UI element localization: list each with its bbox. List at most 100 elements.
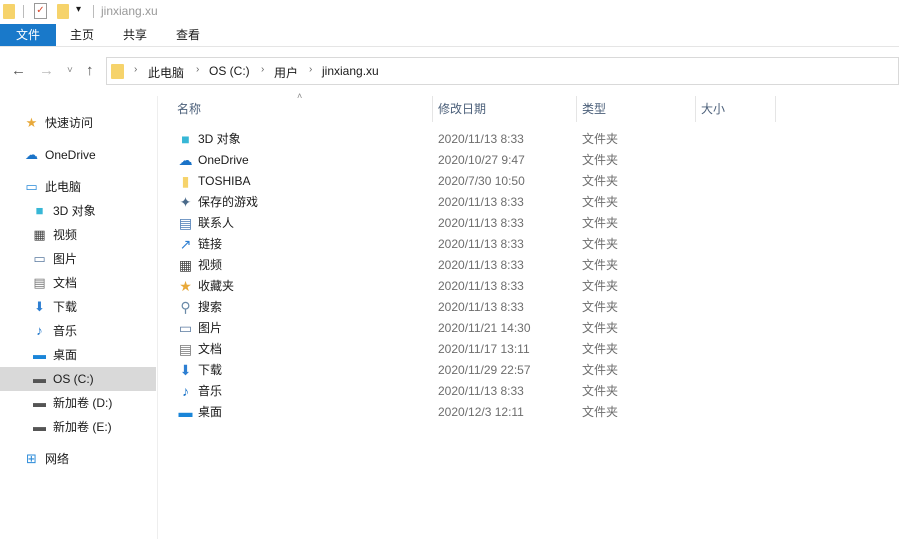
file-name: TOSHIBA [198,174,251,188]
file-date: 2020/11/13 8:33 [438,300,524,314]
music-icon: ♪ [182,383,189,399]
back-icon[interactable]: ← [11,62,26,79]
column-header-type[interactable]: 类型 [577,96,695,122]
file-name: 文档 [198,342,223,356]
sidebar-item[interactable]: ☁ OneDrive [0,143,156,167]
cube-icon: ■ [35,203,44,218]
chevron-right-icon[interactable]: › [309,64,312,75]
star-icon: ★ [179,278,192,294]
download-icon: ⬇ [34,299,45,314]
sidebar-item-label: 下载 [53,300,78,314]
properties-icon[interactable]: ✓ [34,3,47,19]
divider [23,5,24,18]
desktop-icon: ▬ [178,404,193,420]
sidebar-item[interactable]: ▬ 桌面 [0,343,156,367]
picture-icon: ▭ [33,251,46,266]
film-icon: ▦ [33,227,46,242]
file-type: 文件夹 [582,363,619,377]
sidebar-item[interactable]: ▬ 新加卷 (E:) [0,415,156,439]
file-row[interactable]: ■ 3D 对象 2020/11/13 8:33 文件夹 [172,129,772,150]
sidebar-item-label: 桌面 [53,348,78,362]
divider [93,5,94,18]
file-type: 文件夹 [582,321,619,335]
forward-icon[interactable]: → [39,62,54,79]
file-date: 2020/11/13 8:33 [438,132,524,146]
breadcrumb-users[interactable]: 用户 [274,64,298,81]
sidebar-item-label: 3D 对象 [53,204,96,218]
tab-view[interactable]: 查看 [168,24,208,46]
film-icon: ▦ [178,257,193,273]
breadcrumb-user-folder[interactable]: jinxiang.xu [322,64,379,78]
file-date: 2020/7/30 10:50 [438,174,525,188]
sidebar-item[interactable]: ⊞ 网络 [0,447,156,471]
drive-icon: ▬ [33,371,46,386]
sort-ascending-icon: ˄ [297,91,303,101]
customize-toolbar-icon[interactable]: ▾ [76,4,81,15]
chevron-right-icon[interactable]: › [196,64,199,75]
music-icon: ♪ [36,323,43,338]
sidebar-item[interactable]: ▭ 此电脑 [0,175,156,199]
folder-icon [111,64,124,79]
file-row[interactable]: ▮ TOSHIBA 2020/7/30 10:50 文件夹 [172,171,772,192]
file-row[interactable]: ▤ 联系人 2020/11/13 8:33 文件夹 [172,213,772,234]
tab-file[interactable]: 文件 [0,24,56,46]
sidebar-item[interactable]: ▬ OS (C:) [0,367,156,391]
sidebar-item[interactable]: ■ 3D 对象 [0,199,156,223]
column-header-size[interactable]: 大小 [696,96,775,122]
recent-locations-icon[interactable]: ˅ [67,65,73,76]
drive-icon: ▬ [33,419,46,434]
download-icon: ⬇ [179,362,192,378]
sidebar-item-label: OneDrive [45,148,96,162]
tab-share[interactable]: 共享 [115,24,155,46]
file-row[interactable]: ▬ 桌面 2020/12/3 12:11 文件夹 [172,402,772,423]
file-type: 文件夹 [582,174,619,188]
sidebar-item[interactable]: ★ 快速访问 [0,111,156,135]
sidebar-item[interactable]: ⬇ 下载 [0,295,156,319]
chevron-right-icon[interactable]: › [261,64,264,75]
address-bar[interactable]: › 此电脑 › OS (C:) › 用户 › jinxiang.xu [106,57,899,85]
sidebar-item[interactable]: ♪ 音乐 [0,319,156,343]
file-row[interactable]: ↗ 链接 2020/11/13 8:33 文件夹 [172,234,772,255]
breadcrumb-os-c[interactable]: OS (C:) [209,64,250,78]
sidebar-item[interactable]: ▭ 图片 [0,247,156,271]
file-name: 图片 [198,321,223,335]
cloud-icon: ☁ [178,152,193,168]
file-type: 文件夹 [582,216,619,230]
chevron-right-icon[interactable]: › [134,64,137,75]
file-row[interactable]: ☁ OneDrive 2020/10/27 9:47 文件夹 [172,150,772,171]
sidebar-item[interactable]: ▤ 文档 [0,271,156,295]
tab-home[interactable]: 主页 [62,24,102,46]
file-row[interactable]: ▦ 视频 2020/11/13 8:33 文件夹 [172,255,772,276]
drive-icon: ▬ [33,395,46,410]
file-row[interactable]: ⬇ 下载 2020/11/29 22:57 文件夹 [172,360,772,381]
file-name: 搜索 [198,300,223,314]
file-name: 桌面 [198,405,223,419]
up-icon[interactable]: ↑ [86,62,94,79]
file-name: 音乐 [198,384,223,398]
file-row[interactable]: ★ 收藏夹 2020/11/13 8:33 文件夹 [172,276,772,297]
file-row[interactable]: ⚲ 搜索 2020/11/13 8:33 文件夹 [172,297,772,318]
file-name: 3D 对象 [198,132,241,146]
sidebar-item[interactable]: ▬ 新加卷 (D:) [0,391,156,415]
breadcrumb-this-pc[interactable]: 此电脑 [148,64,184,81]
file-row[interactable]: ▤ 文档 2020/11/17 13:11 文件夹 [172,339,772,360]
file-type: 文件夹 [582,195,619,209]
sidebar-item-label: 图片 [53,252,78,266]
file-date: 2020/11/13 8:33 [438,279,524,293]
file-type: 文件夹 [582,342,619,356]
picture-icon: ▭ [178,320,193,336]
file-date: 2020/11/13 8:33 [438,237,524,251]
file-date: 2020/11/13 8:33 [438,195,524,209]
file-type: 文件夹 [582,153,619,167]
file-row[interactable]: ▭ 图片 2020/11/21 14:30 文件夹 [172,318,772,339]
folder-icon [3,4,15,19]
file-row[interactable]: ✦ 保存的游戏 2020/11/13 8:33 文件夹 [172,192,772,213]
navigation-bar: ← → ˅ ↑ › 此电脑 › OS (C:) › 用户 › jinxiang.… [0,56,899,86]
column-divider[interactable] [775,96,776,122]
file-row[interactable]: ♪ 音乐 2020/11/13 8:33 文件夹 [172,381,772,402]
new-folder-icon[interactable] [57,4,69,19]
column-header-date[interactable]: 修改日期 [433,96,576,122]
file-name: 下载 [198,363,223,377]
sidebar-item[interactable]: ▦ 视频 [0,223,156,247]
file-name: OneDrive [198,153,249,167]
